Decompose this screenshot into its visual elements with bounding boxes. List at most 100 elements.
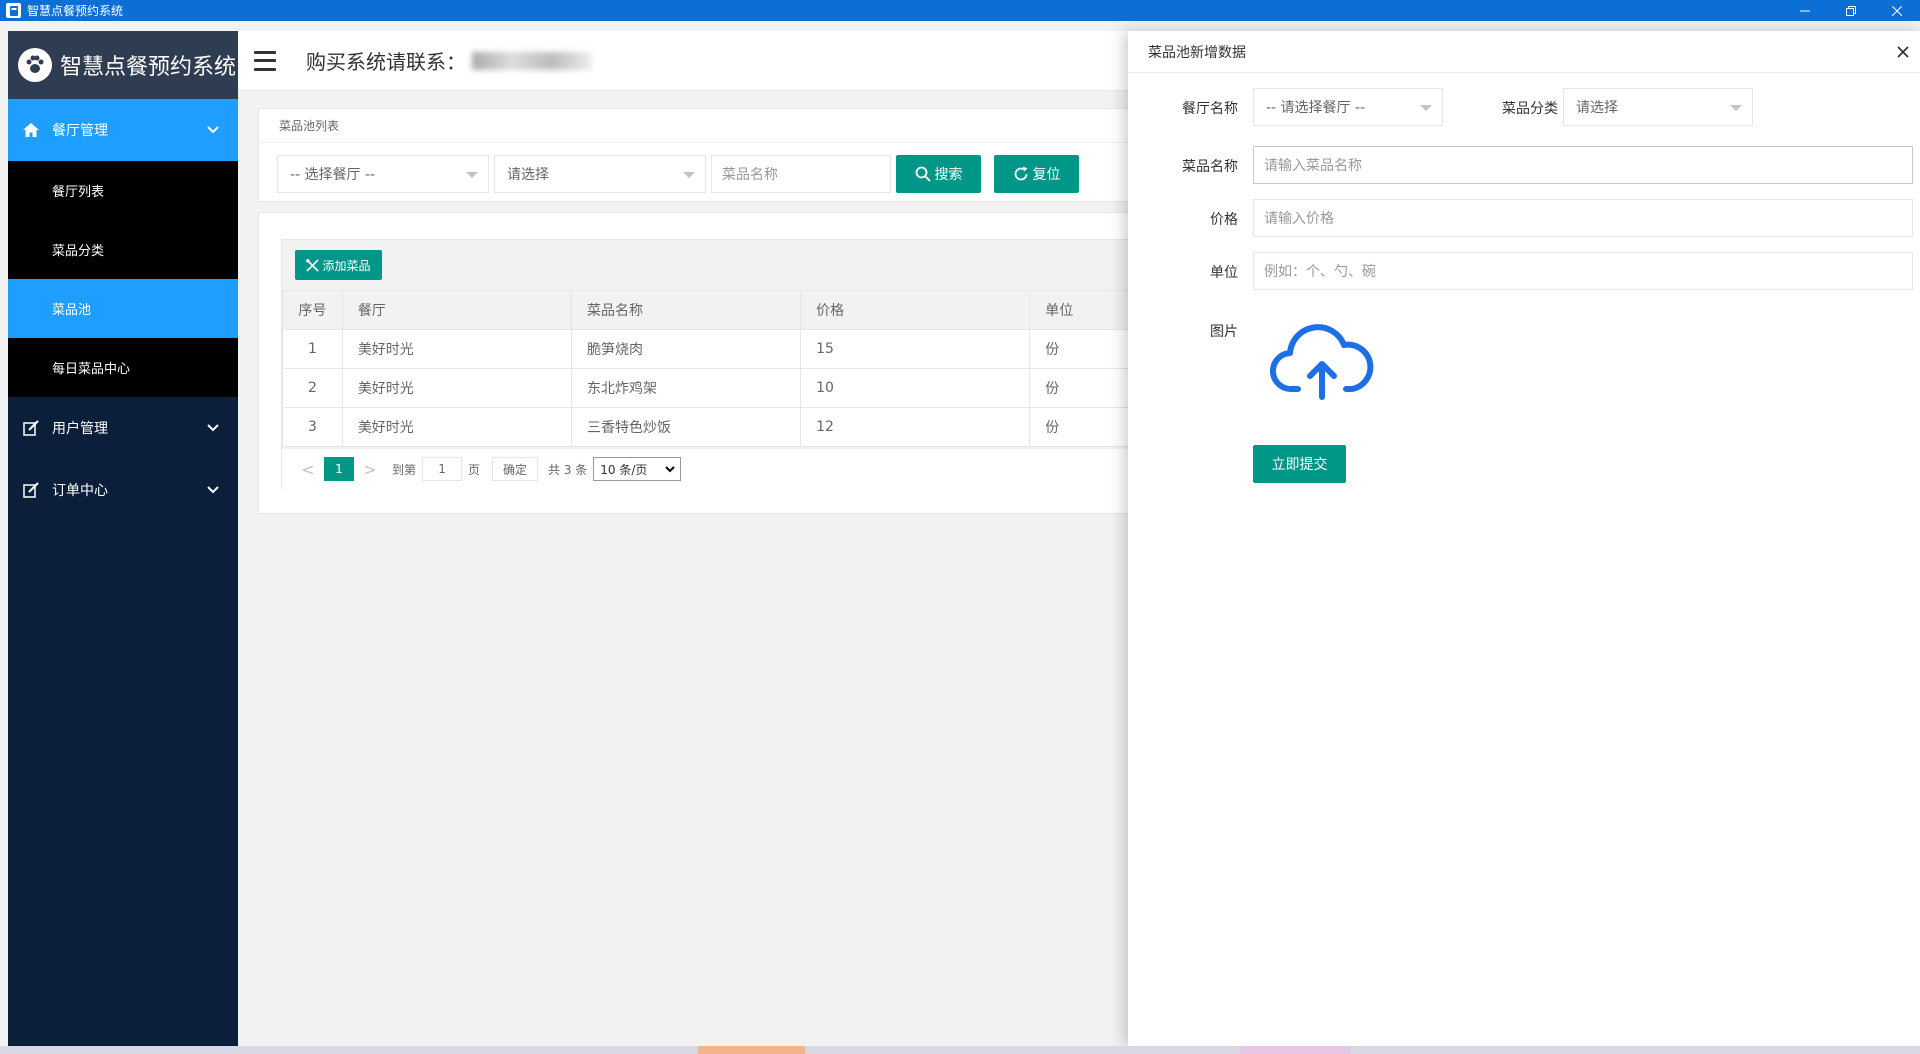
- cell-unit: 份: [1029, 368, 1140, 408]
- restaurant-name-label: 餐厅名称: [1182, 101, 1238, 117]
- paw-icon: [18, 48, 52, 82]
- goto-page-input[interactable]: 1: [422, 457, 463, 481]
- taskbar-strip: [0, 1046, 1920, 1054]
- restore-icon: [1846, 5, 1856, 16]
- total-count: 共 3 条: [548, 462, 588, 477]
- caret-down-icon: [1730, 105, 1742, 111]
- sidebar-item-label: 餐厅管理: [52, 123, 108, 139]
- reset-button[interactable]: 复位: [994, 155, 1079, 193]
- cell-index: 1: [282, 329, 343, 369]
- dish-name-field-placeholder: 请输入菜品名称: [1264, 158, 1362, 174]
- table-row[interactable]: 3 美好时光 三香特色炒饭 12 份: [282, 407, 1140, 447]
- cell-restaurant: 美好时光: [341, 368, 572, 408]
- edit-icon: [22, 481, 40, 499]
- dish-name-placeholder: 菜品名称: [722, 167, 778, 183]
- sidebar-item-restaurant-management[interactable]: 餐厅管理: [8, 99, 238, 161]
- minimize-button[interactable]: [1782, 0, 1828, 21]
- edit-icon: [22, 419, 40, 437]
- sidebar: 智慧点餐预约系统 餐厅管理 餐厅列表 菜品分类 菜品池 每日菜品中心 用户管理 …: [8, 31, 238, 1046]
- cell-dish-name: 三香特色炒饭: [570, 407, 802, 447]
- sidebar-subitem-restaurant-list[interactable]: 餐厅列表: [8, 161, 238, 220]
- col-header: 餐厅: [341, 290, 572, 330]
- top-header: 购买系统请联系：: [238, 31, 1128, 91]
- window-title-bar: 智慧点餐预约系统: [0, 0, 1920, 21]
- dish-category-label: 菜品分类: [1502, 101, 1558, 117]
- sidebar-item-user-management[interactable]: 用户管理: [8, 397, 238, 459]
- submit-button[interactable]: 立即提交: [1253, 445, 1346, 483]
- taskbar-segment: [698, 1046, 805, 1054]
- search-button[interactable]: 搜索: [896, 155, 981, 193]
- goto-label: 到第: [392, 462, 417, 477]
- cell-price: 12: [800, 407, 1031, 447]
- drawer-header: 菜品池新增数据: [1128, 31, 1920, 73]
- col-header: 价格: [800, 290, 1031, 330]
- dish-name-field[interactable]: 请输入菜品名称: [1253, 146, 1913, 184]
- prev-page-button[interactable]: <: [296, 457, 320, 481]
- category-select[interactable]: 请选择: [494, 155, 706, 193]
- page-size-value: 10 条/页: [600, 462, 648, 477]
- price-field-placeholder: 请输入价格: [1264, 211, 1334, 227]
- minimize-icon: [1800, 10, 1810, 11]
- table-row[interactable]: 2 美好时光 东北炸鸡架 10 份: [282, 368, 1140, 408]
- menu-toggle-icon[interactable]: [254, 50, 276, 71]
- pagination: < 1 > 到第 1 页 确定 共 3 条 10 条/页: [282, 449, 1140, 489]
- window-title: 智慧点餐预约系统: [27, 4, 124, 18]
- sidebar-subitem-label: 每日菜品中心: [52, 362, 131, 377]
- restaurant-select-value: -- 选择餐厅 --: [290, 167, 376, 183]
- add-dish-drawer: 菜品池新增数据 餐厅名称 -- 请选择餐厅 -- 菜品分类 请选择 菜品名称 请…: [1128, 31, 1920, 1046]
- drawer-restaurant-select[interactable]: -- 请选择餐厅 --: [1253, 88, 1443, 126]
- cell-index: 3: [282, 407, 343, 447]
- reset-button-label: 复位: [1032, 167, 1061, 183]
- add-dish-button[interactable]: 添加菜品: [295, 250, 382, 280]
- sidebar-subitem-dish-category[interactable]: 菜品分类: [8, 220, 238, 279]
- current-page[interactable]: 1: [324, 457, 354, 481]
- close-window-button[interactable]: [1874, 0, 1920, 21]
- sidebar-item-label: 订单中心: [52, 483, 108, 499]
- redacted-contact: [472, 51, 592, 70]
- restore-button[interactable]: [1828, 0, 1874, 21]
- sidebar-subitem-label: 菜品池: [52, 303, 92, 318]
- cell-dish-name: 东北炸鸡架: [570, 368, 802, 408]
- sidebar-subitem-dish-pool[interactable]: 菜品池: [8, 279, 238, 338]
- restaurant-select[interactable]: -- 选择餐厅 --: [277, 155, 489, 193]
- sidebar-item-order-center[interactable]: 订单中心: [8, 459, 238, 521]
- category-select-value: 请选择: [507, 167, 549, 183]
- tools-icon: [306, 258, 320, 272]
- unit-field-placeholder: 例如：个、勺、碗: [1264, 264, 1376, 280]
- col-header: 菜品名称: [570, 290, 802, 330]
- page-size-select[interactable]: 10 条/页: [593, 457, 682, 481]
- search-icon: [915, 166, 931, 182]
- cell-price: 10: [800, 368, 1031, 408]
- taskbar-segment: [1240, 1046, 1350, 1054]
- unit-label: 单位: [1210, 265, 1238, 281]
- unit-field[interactable]: 例如：个、勺、碗: [1253, 252, 1913, 290]
- cell-dish-name: 脆笋烧肉: [570, 329, 802, 369]
- sidebar-subitem-daily-dish-center[interactable]: 每日菜品中心: [8, 338, 238, 397]
- cell-price: 15: [800, 329, 1031, 369]
- goto-confirm-button[interactable]: 确定: [492, 457, 539, 481]
- price-field[interactable]: 请输入价格: [1253, 199, 1913, 237]
- image-label: 图片: [1210, 324, 1238, 340]
- caret-down-icon: [466, 172, 478, 178]
- drawer-title: 菜品池新增数据: [1148, 44, 1246, 61]
- home-icon: [22, 121, 40, 139]
- table-row[interactable]: 1 美好时光 脆笋烧肉 15 份: [282, 329, 1140, 369]
- dish-name-input[interactable]: 菜品名称: [711, 155, 891, 193]
- search-card: 菜品池列表 -- 选择餐厅 -- 请选择 菜品名称 搜索 复位: [258, 108, 1138, 202]
- drawer-category-select[interactable]: 请选择: [1563, 88, 1753, 126]
- search-button-label: 搜索: [934, 167, 963, 183]
- drawer-restaurant-select-value: -- 请选择餐厅 --: [1266, 100, 1366, 116]
- logo: 智慧点餐预约系统: [8, 31, 238, 99]
- table-card: 添加菜品 序号 餐厅 菜品名称 价格 单位 1 美好时光 脆笋烧肉 15 份 2…: [258, 212, 1141, 514]
- dish-table: 序号 餐厅 菜品名称 价格 单位 1 美好时光 脆笋烧肉 15 份 2 美好时光…: [282, 290, 1140, 447]
- chevron-down-icon: [207, 126, 219, 134]
- price-label: 价格: [1210, 212, 1238, 228]
- page-suffix: 页: [468, 462, 481, 477]
- image-upload-area[interactable]: [1269, 315, 1374, 405]
- chevron-down-icon: [207, 486, 219, 494]
- close-icon: [1892, 5, 1902, 16]
- logo-text: 智慧点餐预约系统: [60, 55, 237, 80]
- next-page-button[interactable]: >: [358, 457, 382, 481]
- main-content: 菜品池列表 -- 选择餐厅 -- 请选择 菜品名称 搜索 复位 添加菜品 序号 …: [238, 92, 1141, 1046]
- close-icon[interactable]: [1894, 43, 1912, 61]
